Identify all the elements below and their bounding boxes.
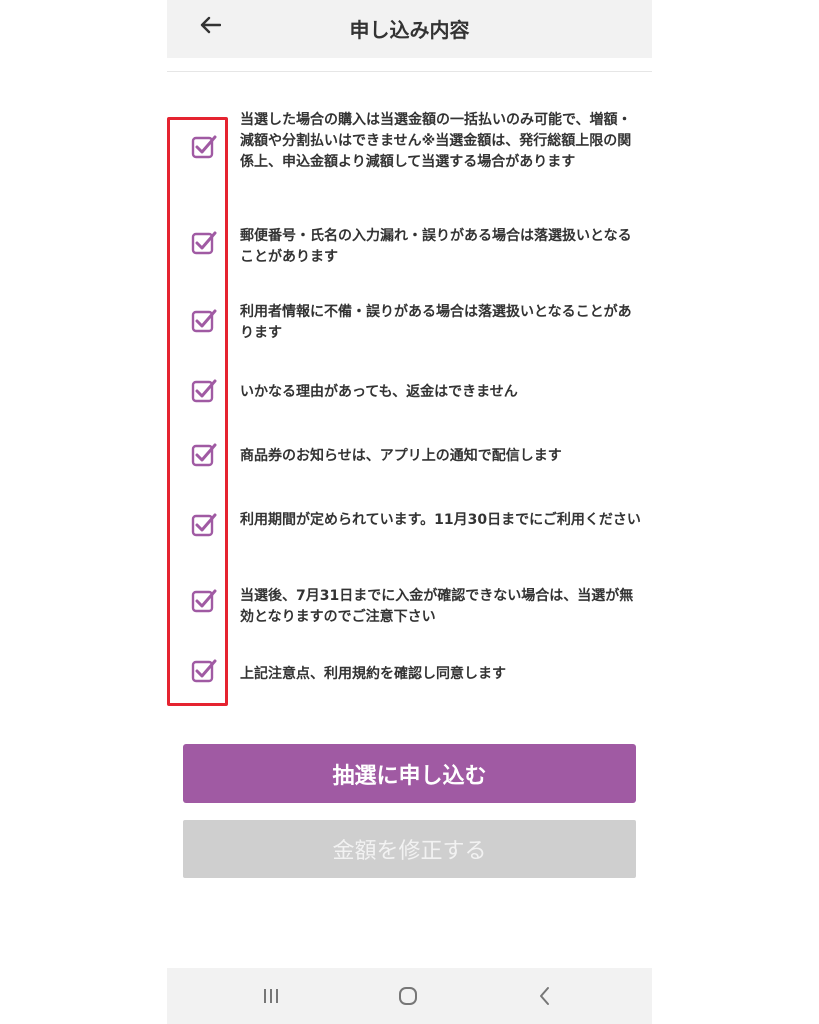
- recent-apps-button[interactable]: [253, 980, 289, 1012]
- back-icon: [540, 987, 549, 1005]
- nav-back-button[interactable]: [527, 980, 563, 1012]
- app-header: 申し込み内容: [167, 0, 652, 58]
- checklist-item[interactable]: 利用者情報に不備・誤りがある場合は落選扱いとなることがあります: [191, 302, 641, 346]
- checklist-item-text: いかなる理由があっても、返金はできません: [240, 384, 518, 400]
- system-nav-bar: [167, 968, 652, 1024]
- checklist-item-text: 利用期間が定められています。11月30日までにご利用ください: [240, 512, 641, 528]
- recent-apps-icon: [264, 989, 278, 1003]
- checklist-item[interactable]: 当選後、7月31日までに入金が確認できない場合は、当選が無効となりますのでご注意…: [191, 586, 641, 630]
- checklist-item[interactable]: 当選した場合の購入は当選金額の一括払いのみ可能で、増額・減額や分割払いはできませ…: [191, 110, 641, 190]
- checklist-item[interactable]: 商品券のお知らせは、アプリ上の通知で配信します: [191, 442, 641, 470]
- apply-lottery-button[interactable]: 抽選に申し込む: [183, 744, 636, 803]
- checklist-item-text: 当選した場合の購入は当選金額の一括払いのみ可能で、増額・減額や分割払いはできませ…: [240, 112, 632, 170]
- checklist-item-text: 当選後、7月31日までに入金が確認できない場合は、当選が無効となりますのでご注意…: [240, 588, 634, 625]
- checklist-item-text: 郵便番号・氏名の入力漏れ・誤りがある場合は落選扱いとなることがあります: [240, 228, 632, 265]
- checklist-item-text: 利用者情報に不備・誤りがある場合は落選扱いとなることがあります: [240, 304, 632, 341]
- home-icon: [399, 987, 417, 1005]
- app-screen: 申し込み内容 当選した場合の購入は当選金額の一括払いのみ可能で、増額・減額や分割…: [167, 0, 652, 1024]
- header-divider: [167, 71, 652, 72]
- page-title: 申し込み内容: [349, 18, 470, 42]
- checkbox-highlight-frame: [167, 117, 228, 706]
- checklist-item-text: 上記注意点、利用規約を確認し同意します: [240, 666, 506, 682]
- home-button[interactable]: [390, 980, 426, 1012]
- checklist-item[interactable]: 郵便番号・氏名の入力漏れ・誤りがある場合は落選扱いとなることがあります: [191, 226, 641, 270]
- checklist-item[interactable]: 利用期間が定められています。11月30日までにご利用ください: [191, 510, 641, 554]
- checklist-item[interactable]: 上記注意点、利用規約を確認し同意します: [191, 658, 641, 686]
- edit-amount-button[interactable]: 金額を修正する: [183, 820, 636, 878]
- checklist-item-text: 商品券のお知らせは、アプリ上の通知で配信します: [240, 448, 562, 464]
- checklist-item[interactable]: いかなる理由があっても、返金はできません: [191, 378, 641, 406]
